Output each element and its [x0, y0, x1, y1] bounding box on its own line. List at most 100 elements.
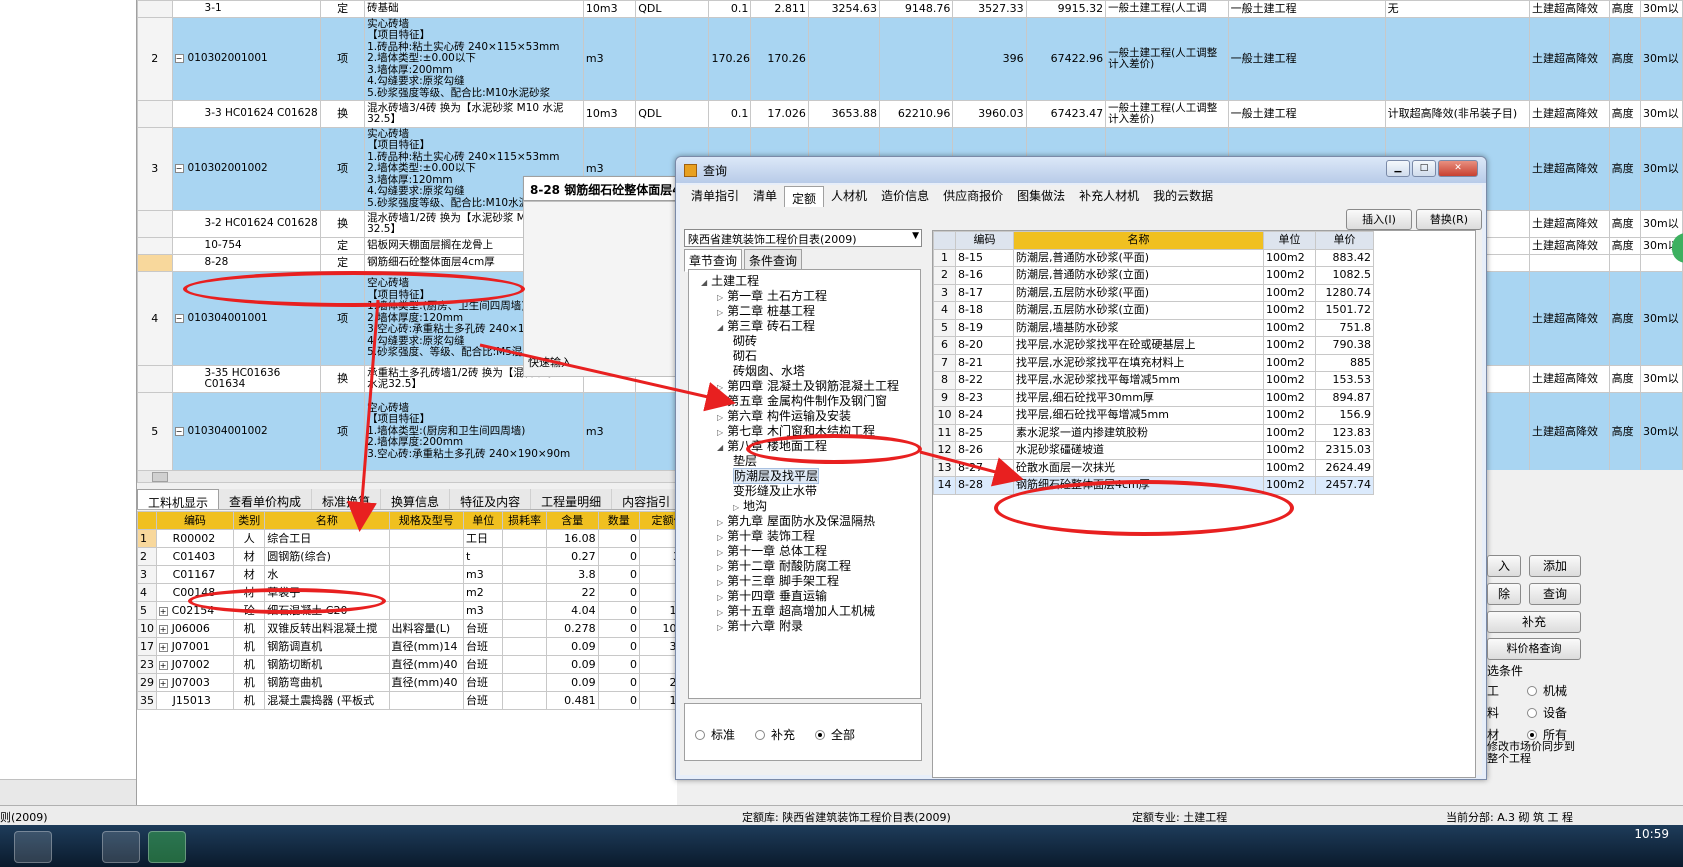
dialog-tab[interactable]: 补充人材机 — [1072, 184, 1146, 207]
collapse-icon[interactable]: − — [174, 164, 184, 174]
dialog-tab[interactable]: 人材机 — [824, 184, 874, 207]
tree-node[interactable]: 砌砖 — [733, 334, 757, 349]
dialog-tab[interactable]: 我的云数据 — [1146, 184, 1220, 207]
dialog-tab[interactable]: 造价信息 — [874, 184, 936, 207]
quota-row[interactable]: 1 8-15 防潮层,普通防水砂浆(平面) 100m2 883.42 — [933, 248, 1374, 267]
collapse-icon[interactable]: − — [174, 426, 184, 436]
insert-button[interactable]: 插入(I) — [1346, 209, 1412, 230]
tree-toggle-icon[interactable]: ▷ — [717, 413, 723, 422]
expand-icon[interactable]: + — [158, 678, 168, 688]
tree-node[interactable]: ▷ 第五章 金属构件制作及钢门窗 — [717, 394, 887, 409]
replace-button[interactable]: 替换(R) — [1416, 209, 1482, 230]
bottom-tab[interactable]: 工程量明细 — [531, 489, 613, 509]
dialog-tab[interactable]: 清单 — [746, 184, 784, 207]
main-row[interactable]: 2−010302001001 项实心砖墙 【项目特征】 1.砖品种:粘土实心砖 2… — [137, 17, 1683, 101]
insert-side-button[interactable]: 入 — [1487, 555, 1521, 577]
tree-node[interactable]: 防潮层及找平层 — [733, 468, 820, 484]
tree-toggle-icon[interactable]: ▷ — [717, 593, 723, 602]
dialog-titlebar[interactable]: 查询 ▁ □ ✕ — [676, 157, 1486, 183]
grid-header-cell[interactable]: 单位 — [1263, 231, 1316, 250]
collapse-icon[interactable]: − — [174, 54, 184, 64]
tree-toggle-icon[interactable]: ▷ — [733, 503, 739, 512]
main-row[interactable]: 3-3 HC01624 C01628 换混水砖墙3/4砖 换为【水泥砂浆 M10 … — [137, 100, 1683, 128]
bottom-tab[interactable]: 标准换算 — [312, 489, 382, 509]
quota-row[interactable]: 12 8-26 水泥砂浆礓磋坡道 100m2 2315.03 — [933, 441, 1374, 460]
tree-toggle-icon[interactable]: ▷ — [717, 308, 723, 317]
resource-header-cell[interactable]: 单位 — [463, 511, 504, 530]
resource-row[interactable]: 3 C01167 材水 m3 3.803.8 — [137, 565, 677, 584]
tree-node[interactable]: 砌石 — [733, 349, 757, 364]
resource-row[interactable]: 17+J07001机钢筋调直机直径(mm)14台班0.09033.8 — [137, 637, 677, 656]
resource-header-cell[interactable]: 定额价 — [639, 511, 677, 530]
tree-node[interactable]: ▷ 第十章 装饰工程 — [717, 529, 815, 544]
maximize-button[interactable]: □ — [1412, 160, 1436, 177]
expand-icon[interactable]: + — [158, 642, 168, 652]
dialog-tab[interactable]: 定额 — [784, 186, 825, 207]
tree-toggle-icon[interactable]: ▷ — [717, 563, 723, 572]
resource-header-cell[interactable]: 规格及型号 — [388, 511, 465, 530]
tree-toggle-icon[interactable]: ▷ — [717, 578, 723, 587]
delete-button[interactable]: 除 — [1487, 583, 1521, 605]
bottom-tab[interactable]: 查看单价构成 — [219, 489, 313, 509]
tree-toggle-icon[interactable]: ▷ — [717, 518, 723, 527]
resource-header-cell[interactable]: 名称 — [264, 511, 390, 530]
expand-icon[interactable]: + — [158, 660, 168, 670]
grid-header-cell[interactable]: 编码 — [955, 231, 1014, 250]
query-button[interactable]: 查询 — [1529, 583, 1581, 605]
app-taskbar-icon[interactable] — [102, 831, 140, 863]
filter-radio[interactable]: 标准 — [695, 726, 735, 743]
tree-node[interactable]: ▷ 地沟 — [733, 499, 767, 514]
tree-toggle-icon[interactable]: ▷ — [717, 548, 723, 557]
tree-toggle-icon[interactable]: ▷ — [717, 428, 723, 437]
tree-node[interactable]: ◢ 第三章 砖石工程 — [717, 319, 815, 334]
dialog-tab[interactable]: 供应商报价 — [936, 184, 1010, 207]
quota-row[interactable]: 3 8-17 防潮层,五层防水砂浆(平面) 100m2 1280.74 — [933, 283, 1374, 302]
filter-right-radio[interactable]: 设备 — [1527, 704, 1567, 721]
tree-toggle-icon[interactable]: ▷ — [717, 383, 723, 392]
tree-node[interactable]: ▷ 第二章 桩基工程 — [717, 304, 815, 319]
quota-row[interactable]: 13 8-27 砼散水面层一次抹光 100m2 2624.49 — [933, 458, 1374, 477]
tree-toggle-icon[interactable]: ▷ — [717, 293, 723, 302]
tree-node[interactable]: ▷ 第十四章 垂直运输 — [717, 589, 827, 604]
library-select[interactable]: 陕西省建筑装饰工程价目表(2009) ▼ — [684, 229, 922, 247]
tree-node[interactable]: ▷ 第十六章 附录 — [717, 619, 803, 634]
filter-radio[interactable]: 全部 — [815, 726, 855, 743]
main-horizontal-scrollbar[interactable] — [137, 470, 677, 483]
resource-row[interactable]: 23 + J07002 机钢筋切断机 直径(mm)40 台班 0.09 0 — [137, 655, 677, 674]
dialog-tab[interactable]: 图集做法 — [1010, 184, 1072, 207]
tree-toggle-icon[interactable]: ▷ — [717, 398, 723, 407]
supplement-button[interactable]: 补充 — [1487, 611, 1581, 633]
resource-row[interactable]: 29+J07003机钢筋弯曲机直径(mm)40台班0.09021.4 — [137, 673, 677, 692]
bottom-tab[interactable]: 特征及内容 — [450, 489, 532, 509]
filter-radio[interactable]: 补充 — [755, 726, 795, 743]
tree-toggle-icon[interactable]: ◢ — [717, 443, 723, 452]
expand-icon[interactable]: + — [158, 606, 168, 616]
resource-row[interactable]: 35 J15013 机混凝土震捣器 (平板式 台班 0.481013.5 — [137, 691, 677, 710]
quick-input-panel[interactable]: 快速输入 — [523, 201, 683, 377]
collapse-icon[interactable]: − — [174, 313, 184, 323]
bottom-tab[interactable]: 换算信息 — [381, 489, 451, 509]
tree-toggle-icon[interactable]: ▷ — [717, 608, 723, 617]
tree-node[interactable]: ▷ 第九章 屋面防水及保温隔热 — [717, 514, 875, 529]
explorer-icon[interactable] — [14, 831, 52, 863]
resource-header-cell[interactable]: 编码 — [155, 511, 235, 530]
tree-node[interactable]: ▷ 第十一章 总体工程 — [717, 544, 827, 559]
sync-checkbox-label[interactable]: 修改市场价同步到整个工程 — [1487, 741, 1583, 765]
tree-toggle-icon[interactable]: ◢ — [717, 323, 723, 332]
price-query-button[interactable]: 料价格查询 — [1487, 638, 1581, 660]
tree-node[interactable]: 变形缝及止水带 — [733, 484, 817, 499]
resource-header-cell[interactable]: 类别 — [233, 511, 266, 530]
tree-node[interactable]: ▷ 第十二章 耐酸防腐工程 — [717, 559, 851, 574]
tree-toggle-icon[interactable]: ▷ — [717, 623, 723, 632]
grid-header-cell[interactable] — [933, 231, 956, 250]
pricing-app-icon[interactable] — [148, 831, 186, 863]
quota-row[interactable]: 8 8-22 找平层,水泥砂浆找平每增减5mm 100m2 153.53 — [933, 371, 1374, 390]
tree-node[interactable]: ◢ 土建工程 — [701, 274, 759, 289]
bottom-tab[interactable]: 工料机显示 — [137, 489, 220, 510]
quota-row[interactable]: 5 8-19 防潮层,墙基防水砂浆 100m2 751.8 — [933, 318, 1374, 337]
tree-node[interactable]: ▷ 第四章 混凝土及钢筋混凝土工程 — [717, 379, 899, 394]
tree-toggle-icon[interactable]: ▷ — [717, 533, 723, 542]
tree-node[interactable]: 砖烟囱、水塔 — [733, 364, 805, 379]
close-button[interactable]: ✕ — [1438, 160, 1478, 177]
bottom-tab[interactable]: 内容指引 — [612, 489, 682, 509]
